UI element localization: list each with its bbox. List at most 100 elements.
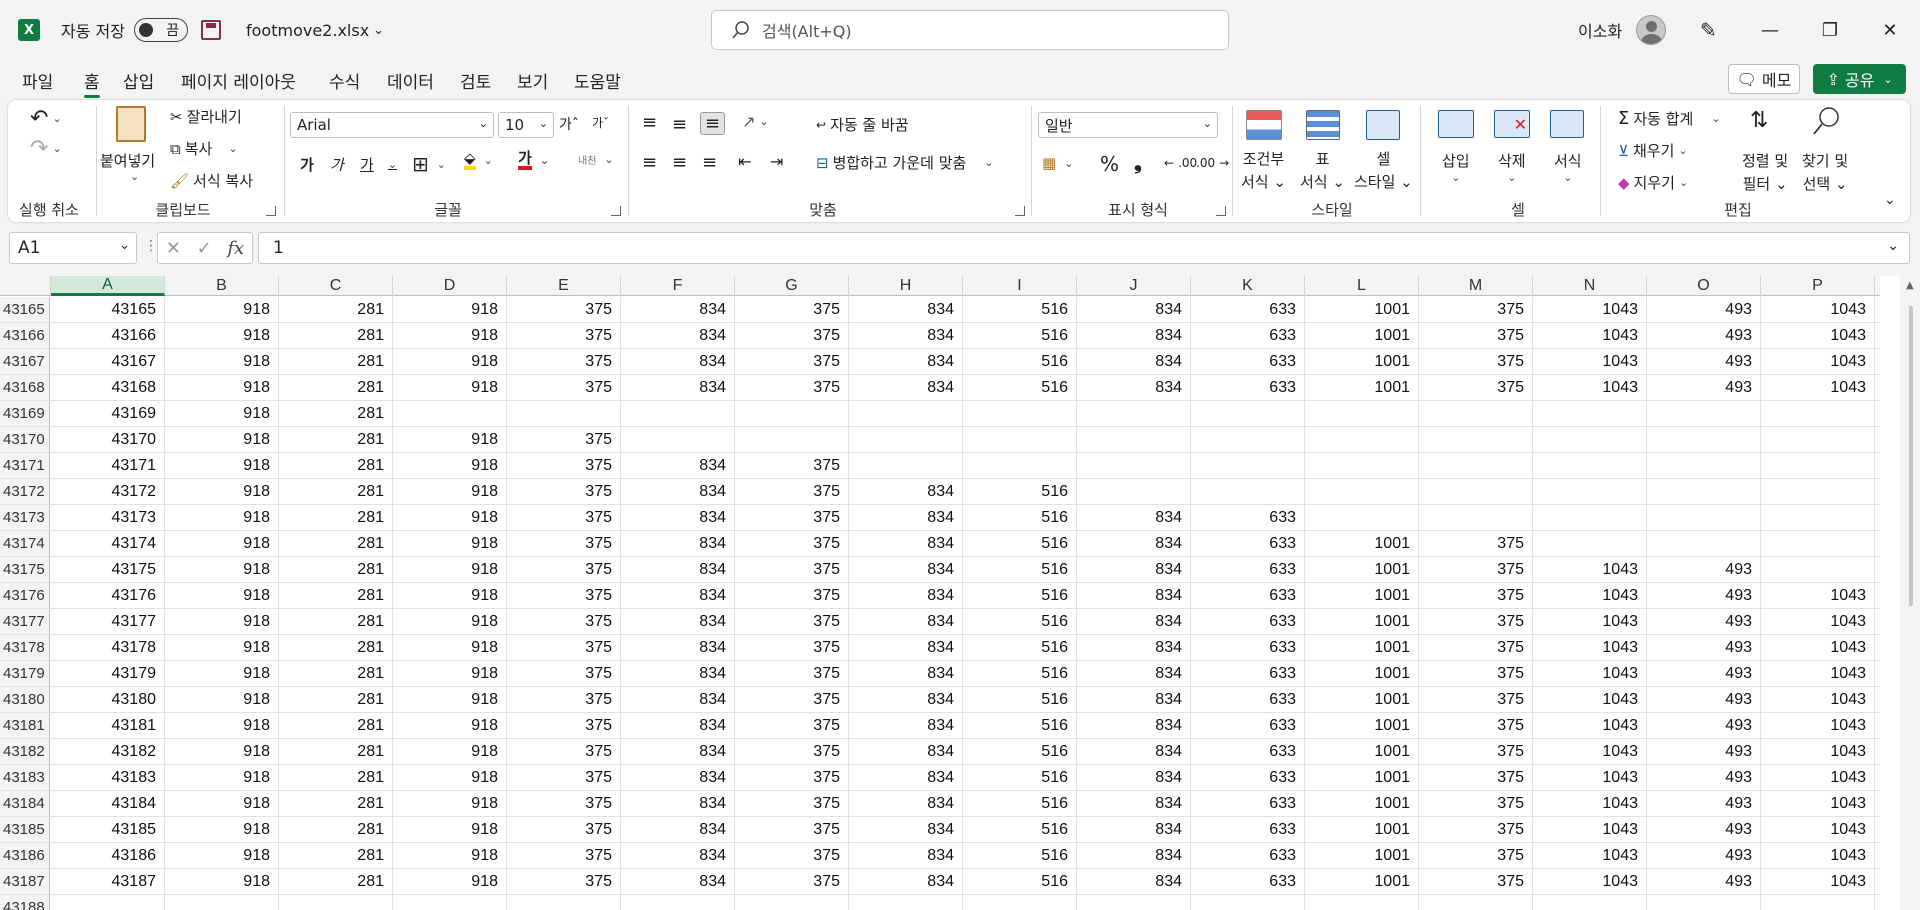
cell[interactable]: 834 <box>621 843 735 868</box>
cell[interactable]: 834 <box>849 817 963 842</box>
cell[interactable]: 834 <box>849 479 963 504</box>
cell[interactable] <box>1761 505 1875 530</box>
cell[interactable]: 834 <box>1077 661 1191 686</box>
cell[interactable] <box>1419 505 1533 530</box>
cell[interactable]: 918 <box>393 661 507 686</box>
cell[interactable]: 918 <box>165 791 279 816</box>
cell[interactable] <box>393 895 507 910</box>
cell[interactable]: 375 <box>735 531 849 556</box>
cell[interactable]: 281 <box>279 401 393 426</box>
cell[interactable]: 281 <box>279 635 393 660</box>
cell[interactable]: 1001 <box>1305 791 1419 816</box>
cell[interactable] <box>849 401 963 426</box>
cell[interactable]: 1001 <box>1305 531 1419 556</box>
cell[interactable]: 918 <box>165 505 279 530</box>
cell[interactable]: 493 <box>1647 687 1761 712</box>
font-launcher-icon[interactable] <box>611 206 621 216</box>
cell[interactable] <box>1305 895 1419 910</box>
cell[interactable]: 918 <box>165 375 279 400</box>
column-header-f[interactable]: F <box>621 276 735 296</box>
delete-cells-icon[interactable]: ✕ <box>1494 110 1530 138</box>
cell[interactable]: 834 <box>1077 687 1191 712</box>
cell[interactable]: 375 <box>735 765 849 790</box>
cell[interactable]: 375 <box>507 479 621 504</box>
cell[interactable]: 375 <box>507 765 621 790</box>
cell[interactable]: 43180 <box>51 687 165 712</box>
cell[interactable]: 493 <box>1647 557 1761 582</box>
cell[interactable] <box>1647 479 1761 504</box>
cell[interactable] <box>1419 427 1533 452</box>
underline-button[interactable]: 가 ⌄ <box>360 154 397 175</box>
cell[interactable]: 516 <box>963 349 1077 374</box>
cell[interactable] <box>849 453 963 478</box>
cell[interactable]: 375 <box>507 817 621 842</box>
cell[interactable]: 516 <box>963 479 1077 504</box>
fill-button[interactable]: ⊻ 채우기 ⌄ <box>1618 140 1688 161</box>
tab-view[interactable]: 보기 <box>517 68 548 96</box>
cell[interactable]: 834 <box>621 661 735 686</box>
increase-decimal-button[interactable]: ← .00 <box>1164 156 1197 170</box>
cell[interactable]: 834 <box>1077 297 1191 322</box>
cell[interactable]: 918 <box>165 349 279 374</box>
cell[interactable]: 918 <box>393 583 507 608</box>
cell[interactable]: 375 <box>1419 531 1533 556</box>
cell[interactable]: 43166 <box>51 323 165 348</box>
cell[interactable]: 375 <box>507 375 621 400</box>
cell[interactable] <box>507 895 621 910</box>
cell[interactable] <box>1419 895 1533 910</box>
cell[interactable]: 834 <box>621 505 735 530</box>
cell[interactable]: 1043 <box>1761 349 1875 374</box>
row-header[interactable]: 43170 <box>0 427 50 452</box>
cell[interactable] <box>1077 427 1191 452</box>
cell[interactable] <box>1305 479 1419 504</box>
cell[interactable]: 493 <box>1647 635 1761 660</box>
cell[interactable] <box>1419 479 1533 504</box>
cell[interactable]: 1001 <box>1305 869 1419 894</box>
cell[interactable]: 516 <box>963 817 1077 842</box>
cell[interactable]: 493 <box>1647 713 1761 738</box>
cell[interactable]: 375 <box>1419 583 1533 608</box>
column-header-h[interactable]: H <box>849 276 963 296</box>
cell[interactable]: 375 <box>507 557 621 582</box>
cell[interactable] <box>849 895 963 910</box>
cell[interactable]: 281 <box>279 557 393 582</box>
cell[interactable]: 43169 <box>51 401 165 426</box>
grow-font-button[interactable]: 가ˆ <box>559 114 579 134</box>
cell[interactable]: 834 <box>621 609 735 634</box>
cell[interactable]: 516 <box>963 713 1077 738</box>
cell[interactable]: 516 <box>963 687 1077 712</box>
avatar[interactable] <box>1636 15 1666 45</box>
cell[interactable] <box>1419 401 1533 426</box>
cell[interactable]: 918 <box>165 869 279 894</box>
cell[interactable]: 281 <box>279 739 393 764</box>
cell[interactable]: 1043 <box>1533 557 1647 582</box>
cell[interactable]: 834 <box>1077 323 1191 348</box>
cell[interactable]: 834 <box>1077 531 1191 556</box>
cell[interactable]: 633 <box>1191 817 1305 842</box>
cell[interactable] <box>1077 479 1191 504</box>
align-left-button[interactable]: ≡ <box>642 152 657 173</box>
row-header[interactable]: 43188 <box>0 895 50 910</box>
cell[interactable]: 834 <box>849 531 963 556</box>
cell[interactable]: 1043 <box>1761 635 1875 660</box>
cell[interactable]: 834 <box>621 869 735 894</box>
column-header-n[interactable]: N <box>1533 276 1647 296</box>
cell[interactable]: 281 <box>279 479 393 504</box>
cell[interactable]: 43167 <box>51 349 165 374</box>
cell[interactable] <box>621 427 735 452</box>
cell[interactable]: 918 <box>393 557 507 582</box>
cell[interactable]: 1001 <box>1305 687 1419 712</box>
cell[interactable]: 43172 <box>51 479 165 504</box>
cell[interactable]: 918 <box>165 323 279 348</box>
autosave-toggle[interactable]: 끔 <box>134 18 188 42</box>
cell[interactable]: 633 <box>1191 583 1305 608</box>
spreadsheet-grid[interactable]: ABCDEFGHIJKLMNOP 43165 43165 918 281 918 375 8… <box>0 276 1900 910</box>
cell[interactable]: 834 <box>621 375 735 400</box>
cell[interactable] <box>1191 453 1305 478</box>
cell[interactable]: 375 <box>735 557 849 582</box>
cell[interactable]: 834 <box>621 557 735 582</box>
cell[interactable] <box>621 401 735 426</box>
cell[interactable]: 834 <box>621 297 735 322</box>
increase-indent-button[interactable]: ⇥ <box>770 152 783 171</box>
confirm-icon[interactable]: ✓ <box>197 238 212 259</box>
